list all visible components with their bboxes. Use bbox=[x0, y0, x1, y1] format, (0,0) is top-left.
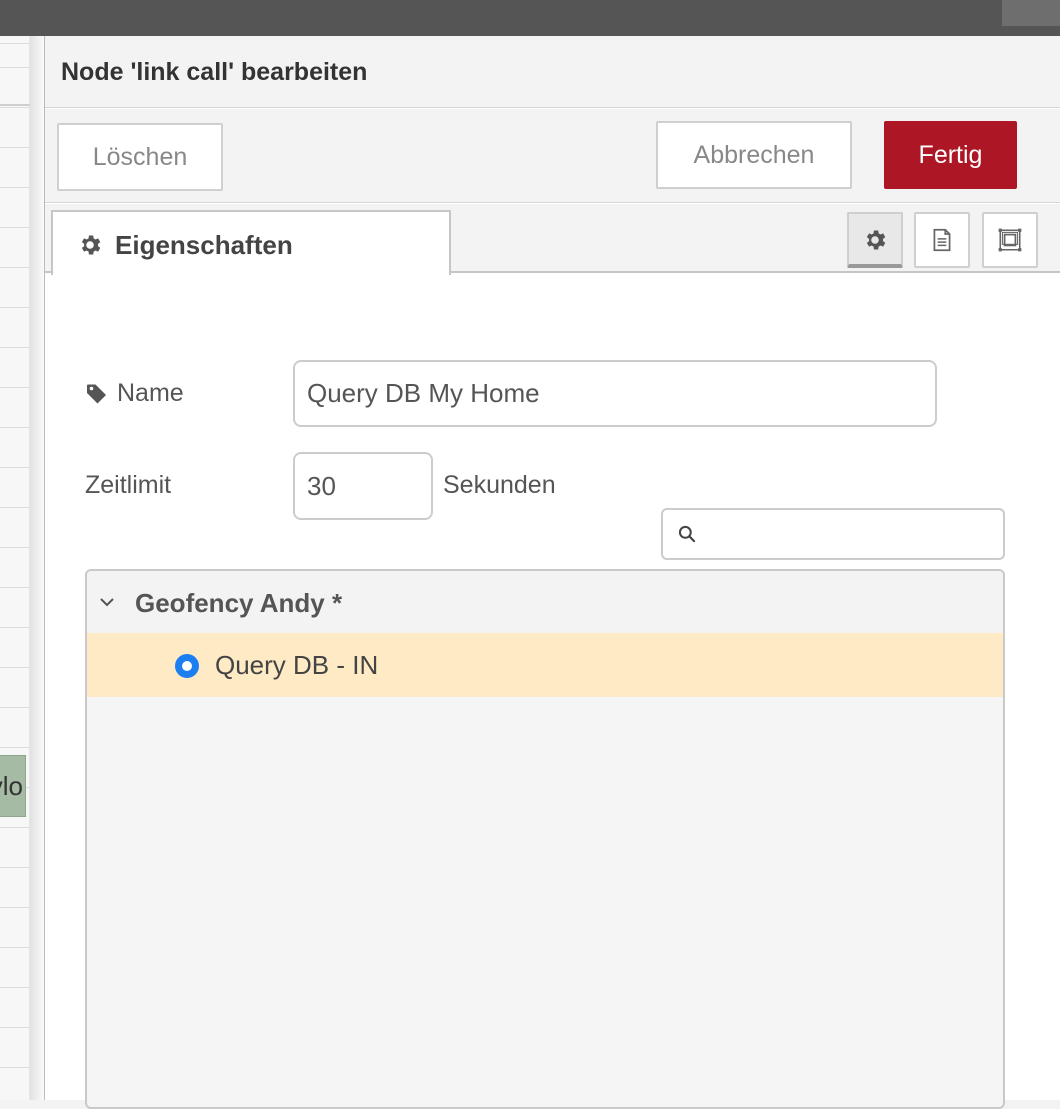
chevron-down-icon bbox=[100, 598, 114, 607]
tab-properties-label: Eigenschaften bbox=[115, 230, 293, 260]
workspace-node[interactable]: aylo bbox=[0, 755, 26, 817]
description-icon bbox=[933, 228, 951, 252]
workspace-divider bbox=[0, 104, 30, 106]
flow-workspace[interactable]: aylo bbox=[0, 36, 44, 1100]
name-label: Name bbox=[117, 379, 184, 407]
radio-selected[interactable] bbox=[175, 654, 199, 678]
properties-panel: Name Zeitlimit Sekunden Geofency Andy * … bbox=[45, 275, 1060, 1109]
tree-item-label: Query DB - IN bbox=[215, 650, 379, 680]
top-bar bbox=[0, 0, 1060, 36]
tray-shadow bbox=[30, 36, 44, 1100]
workspace-grid bbox=[0, 36, 30, 1100]
tab-button-properties[interactable] bbox=[847, 212, 903, 268]
search-input[interactable] bbox=[705, 514, 995, 554]
tray-header: Node 'link call' bearbeiten bbox=[45, 36, 1060, 108]
tab-button-appearance[interactable] bbox=[982, 212, 1038, 268]
cancel-button[interactable]: Abbrechen bbox=[656, 121, 852, 189]
topbar-corner bbox=[1002, 0, 1060, 26]
timeout-unit: Sekunden bbox=[443, 471, 556, 499]
tab-properties[interactable]: Eigenschaften bbox=[51, 210, 451, 275]
workspace-node-label: aylo bbox=[0, 771, 23, 801]
gear-icon bbox=[866, 230, 886, 250]
tab-button-description[interactable] bbox=[914, 212, 970, 268]
name-input[interactable] bbox=[293, 360, 937, 427]
gear-icon bbox=[81, 235, 101, 255]
tray-toolbar: Löschen Abbrechen Fertig bbox=[45, 109, 1060, 203]
done-button[interactable]: Fertig bbox=[884, 121, 1017, 189]
tag-icon bbox=[87, 384, 106, 404]
edit-tray: Node 'link call' bearbeiten Löschen Abbr… bbox=[44, 36, 1060, 1109]
tray-title: Node 'link call' bearbeiten bbox=[61, 58, 368, 86]
tree-group-row[interactable]: Geofency Andy * bbox=[87, 571, 1003, 633]
appearance-icon bbox=[998, 228, 1022, 252]
tree-group-label: Geofency Andy * bbox=[135, 588, 343, 618]
search-field[interactable] bbox=[661, 508, 1005, 560]
link-target-tree: Geofency Andy * Query DB - IN bbox=[85, 569, 1005, 1109]
delete-button[interactable]: Löschen bbox=[57, 123, 223, 191]
search-icon bbox=[678, 525, 696, 543]
timeout-label: Zeitlimit bbox=[85, 471, 172, 499]
tree-item-row[interactable]: Query DB - IN bbox=[87, 633, 1003, 697]
timeout-input[interactable] bbox=[293, 452, 433, 520]
tab-bar: Eigenschaften bbox=[45, 204, 1060, 275]
